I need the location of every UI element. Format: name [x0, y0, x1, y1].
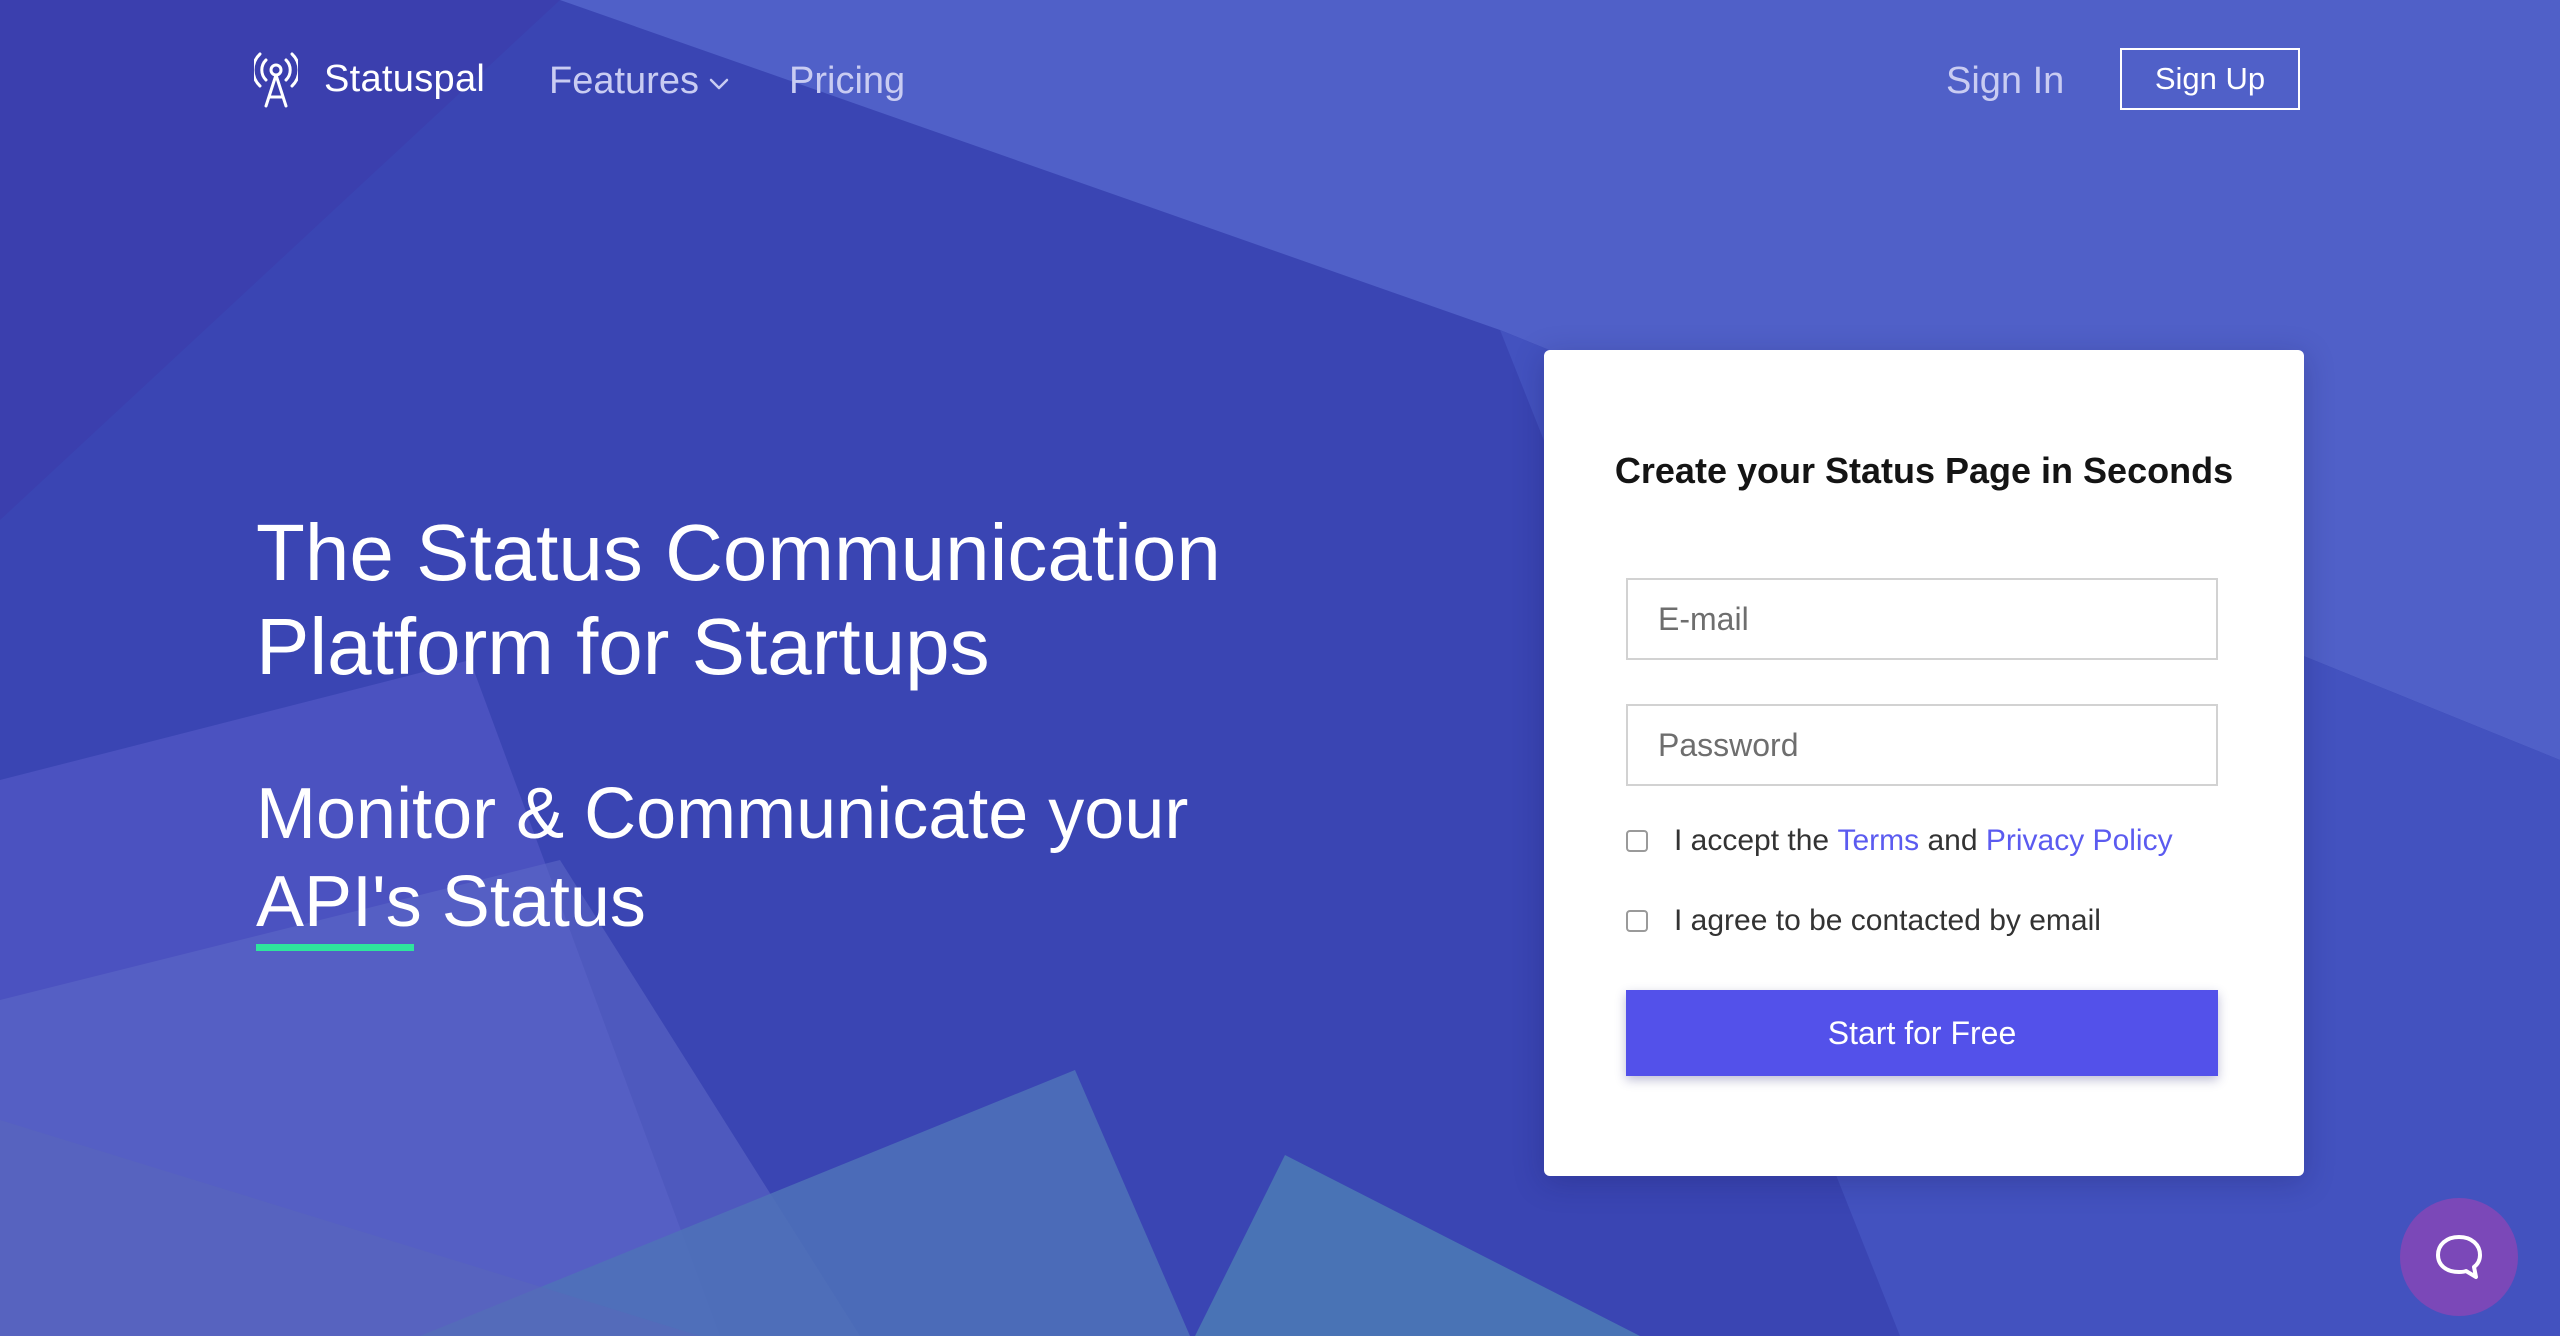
terms-and-text: and	[1927, 824, 1978, 857]
chat-launcher-button[interactable]	[2400, 1198, 2518, 1316]
brand-logo-link[interactable]: Statuspal	[254, 50, 485, 108]
sign-up-button[interactable]: Sign Up	[2120, 48, 2300, 110]
hero-title-line2: Platform for Startups	[256, 602, 990, 691]
chat-bubble-icon	[2436, 1235, 2482, 1279]
highlight-underline	[256, 944, 414, 951]
sign-in-link[interactable]: Sign In	[1946, 56, 2064, 106]
signup-card: Create your Status Page in Seconds I acc…	[1544, 350, 2304, 1176]
hero-title: The Status Communication Platform for St…	[256, 506, 1356, 694]
hero-title-line1: The Status Communication	[256, 508, 1221, 597]
chevron-down-icon	[709, 78, 729, 90]
nav-features-dropdown[interactable]: Features	[549, 56, 729, 106]
terms-checkbox[interactable]	[1626, 830, 1648, 852]
signup-card-title: Create your Status Page in Seconds	[1614, 450, 2234, 491]
email-field[interactable]	[1626, 578, 2218, 660]
hero-subtitle: Monitor & Communicate your API's Status	[256, 770, 1356, 946]
contact-consent-row: I agree to be contacted by email	[1626, 904, 2101, 938]
nav-pricing-link[interactable]: Pricing	[789, 56, 905, 106]
hero-subtitle-line2: API's Status	[256, 862, 646, 942]
terms-prefix-text: I accept the	[1674, 824, 1830, 857]
privacy-policy-link[interactable]: Privacy Policy	[1986, 824, 2173, 858]
start-for-free-button[interactable]: Start for Free	[1626, 990, 2218, 1076]
contact-consent-text: I agree to be contacted by email	[1674, 904, 2101, 937]
hero-subtitle-line1: Monitor & Communicate your	[256, 774, 1189, 854]
terms-link[interactable]: Terms	[1837, 824, 1919, 858]
top-nav: Statuspal Features Pricing Sign In Sign …	[0, 0, 2560, 160]
nav-features-label: Features	[549, 60, 699, 102]
radio-tower-icon	[254, 52, 298, 108]
terms-row: I accept the Terms and Privacy Policy	[1626, 824, 2173, 858]
password-field[interactable]	[1626, 704, 2218, 786]
landing-page: Statuspal Features Pricing Sign In Sign …	[0, 0, 2560, 1336]
contact-consent-checkbox[interactable]	[1626, 910, 1648, 932]
brand-name: Statuspal	[324, 57, 486, 100]
